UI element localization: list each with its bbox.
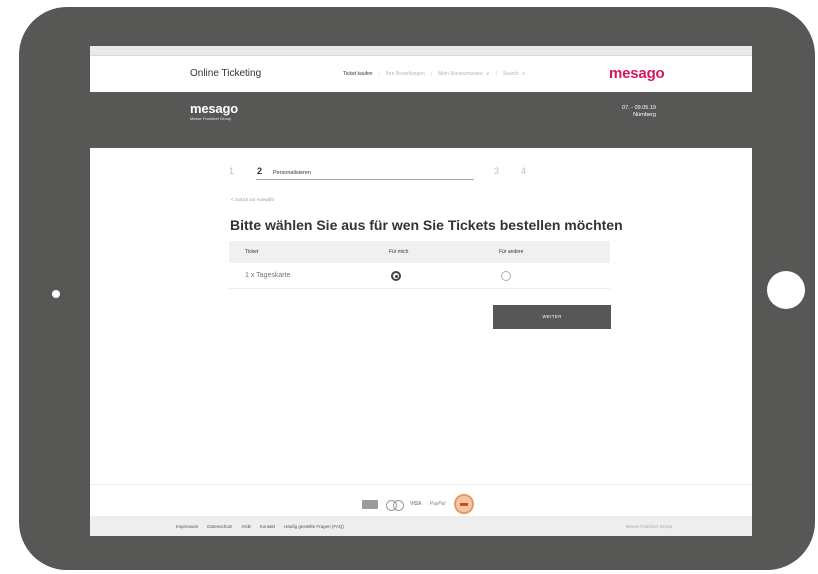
browser-top-strip — [90, 46, 752, 56]
tablet-camera — [52, 290, 60, 298]
footer: Impressum Datenschutz AGB Kontakt Häufig… — [90, 516, 752, 536]
event-date-range: 07. - 09.05.19 — [622, 105, 656, 111]
ticket-name: 1 x Tageskarte — [245, 272, 291, 279]
footer-faq[interactable]: Häufig gestellte Fragen (FAQ) — [284, 524, 344, 529]
table-row: 1 x Tageskarte — [229, 263, 610, 289]
mastercard-icon — [386, 499, 404, 511]
band-logo-subtitle: Messe Frankfurt Group — [190, 116, 232, 121]
footer-privacy[interactable]: Datenschutz — [207, 524, 232, 529]
radio-for-others[interactable] — [501, 271, 511, 281]
nav-buy-ticket[interactable]: Ticket kaufen — [343, 71, 373, 77]
credit-card-icon — [362, 499, 378, 509]
mesago-logo[interactable]: mesago — [609, 65, 665, 82]
chevron-down-icon: ∨ — [521, 71, 526, 77]
next-button[interactable]: WEITER — [493, 305, 611, 329]
event-city: Nürnberg — [633, 112, 656, 118]
step-3: 3 — [494, 166, 500, 176]
page-title: Bitte wählen Sie aus für wen Sie Tickets… — [230, 217, 623, 233]
band-logo: mesago — [190, 101, 238, 116]
paypal-logo: PayPal — [429, 501, 446, 507]
nav-links: Ticket kaufen | Ihre Bestellungen | Mein… — [343, 71, 525, 77]
nav-separator: | — [430, 71, 433, 77]
top-nav: Online Ticketing Ticket kaufen | Ihre Be… — [90, 57, 752, 92]
radio-for-me[interactable] — [391, 271, 401, 281]
trust-seal-icon — [453, 494, 474, 514]
nav-separator: | — [378, 71, 380, 77]
footer-group: Messe Frankfurt Group — [625, 524, 672, 529]
nav-separator: | — [495, 71, 497, 77]
nav-orders[interactable]: Ihre Bestellungen — [386, 71, 425, 77]
footer-terms[interactable]: AGB — [241, 524, 251, 529]
tablet-home-button — [767, 271, 805, 309]
step-2: 2 — [257, 166, 263, 176]
chevron-down-icon: ∨ — [485, 71, 490, 77]
step-2-label: Personalisieren — [273, 170, 311, 176]
column-for-others: Für andere — [499, 249, 524, 255]
footer-contact[interactable]: Kontakt — [260, 524, 275, 529]
nav-museum[interactable]: Mein Museumsware — [438, 71, 483, 77]
footer-imprint[interactable]: Impressum — [176, 524, 198, 529]
column-for-me: Für mich — [389, 249, 409, 255]
column-ticket: Ticket — [245, 249, 259, 255]
nav-search[interactable]: Search — [503, 71, 519, 77]
footer-links: Impressum Datenschutz AGB Kontakt Häufig… — [176, 524, 344, 529]
payment-divider — [90, 484, 752, 485]
table-header: Ticket Für mich Für andere — [229, 241, 610, 263]
back-to-selection-link[interactable]: < zurück zur Auswahl — [231, 197, 274, 202]
site-title[interactable]: Online Ticketing — [190, 68, 261, 79]
step-underline — [256, 179, 474, 180]
screen: Online Ticketing Ticket kaufen | Ihre Be… — [90, 46, 752, 536]
event-header-band: mesago Messe Frankfurt Group 07. - 09.05… — [90, 92, 752, 148]
step-1[interactable]: 1 — [229, 166, 234, 176]
visa-logo: VISA — [410, 501, 422, 507]
event-date: 07. - 09.05.19 Nürnberg — [622, 105, 656, 119]
payment-methods: VISA PayPal — [362, 494, 474, 514]
step-4: 4 — [521, 166, 527, 176]
